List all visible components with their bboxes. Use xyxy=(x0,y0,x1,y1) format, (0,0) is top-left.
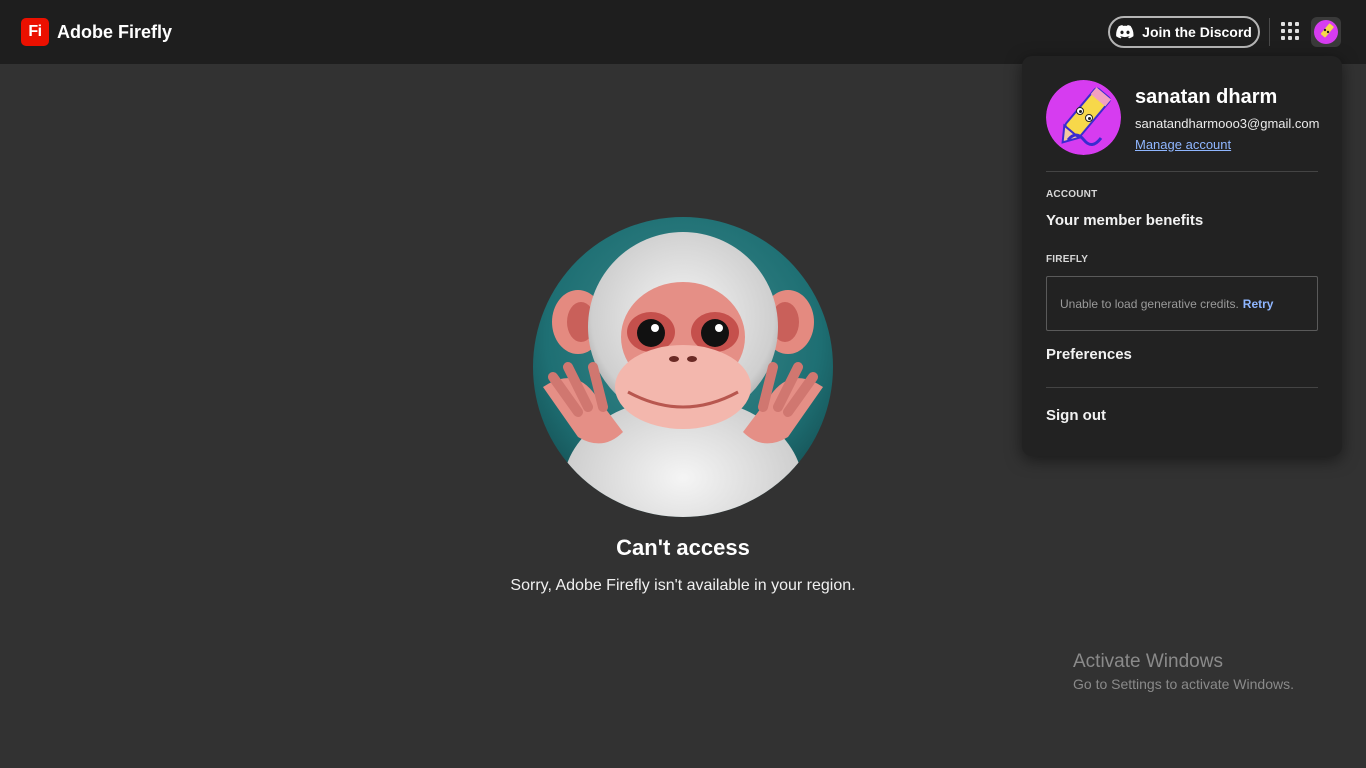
discord-icon xyxy=(1116,25,1134,39)
join-discord-label: Join the Discord xyxy=(1142,24,1252,40)
account-user-name: sanatan dharm xyxy=(1135,86,1278,108)
profile-avatar-button[interactable] xyxy=(1311,17,1341,47)
credits-error-text: Unable to load generative credits. xyxy=(1060,296,1239,311)
account-avatar xyxy=(1046,80,1121,155)
member-benefits-link[interactable]: Your member benefits xyxy=(1046,212,1203,229)
credits-status-box: Unable to load generative credits. Retry xyxy=(1046,276,1318,331)
activate-windows-title: Activate Windows xyxy=(1073,651,1223,672)
preferences-link[interactable]: Preferences xyxy=(1046,346,1132,363)
error-message: Sorry, Adobe Firefly isn't available in … xyxy=(510,577,856,594)
header-divider xyxy=(1269,18,1270,46)
error-title: Can't access xyxy=(616,535,750,560)
monkey-illustration xyxy=(533,217,833,517)
firefly-logo-icon: Fi xyxy=(21,18,49,46)
account-menu-popover: sanatan dharm sanatandharmooo3@gmail.com… xyxy=(1022,56,1342,456)
activate-windows-subtitle: Go to Settings to activate Windows. xyxy=(1073,676,1294,692)
menu-divider xyxy=(1046,171,1318,172)
menu-divider xyxy=(1046,387,1318,388)
account-email: sanatandharmooo3@gmail.com xyxy=(1135,116,1320,131)
apps-grid-icon[interactable] xyxy=(1279,20,1301,42)
firefly-section-label: FIREFLY xyxy=(1046,254,1089,265)
brand-name: Adobe Firefly xyxy=(57,21,173,42)
pencil-avatar-icon xyxy=(1314,20,1338,44)
brand-home-link[interactable]: Fi Adobe Firefly xyxy=(21,18,172,46)
join-discord-button[interactable]: Join the Discord xyxy=(1108,16,1260,48)
manage-account-link[interactable]: Manage account xyxy=(1135,137,1231,152)
top-bar: Fi Adobe Firefly Join the Discord xyxy=(0,0,1366,64)
sign-out-link[interactable]: Sign out xyxy=(1046,407,1106,424)
account-section-label: ACCOUNT xyxy=(1046,189,1098,200)
retry-link[interactable]: Retry xyxy=(1243,297,1274,311)
